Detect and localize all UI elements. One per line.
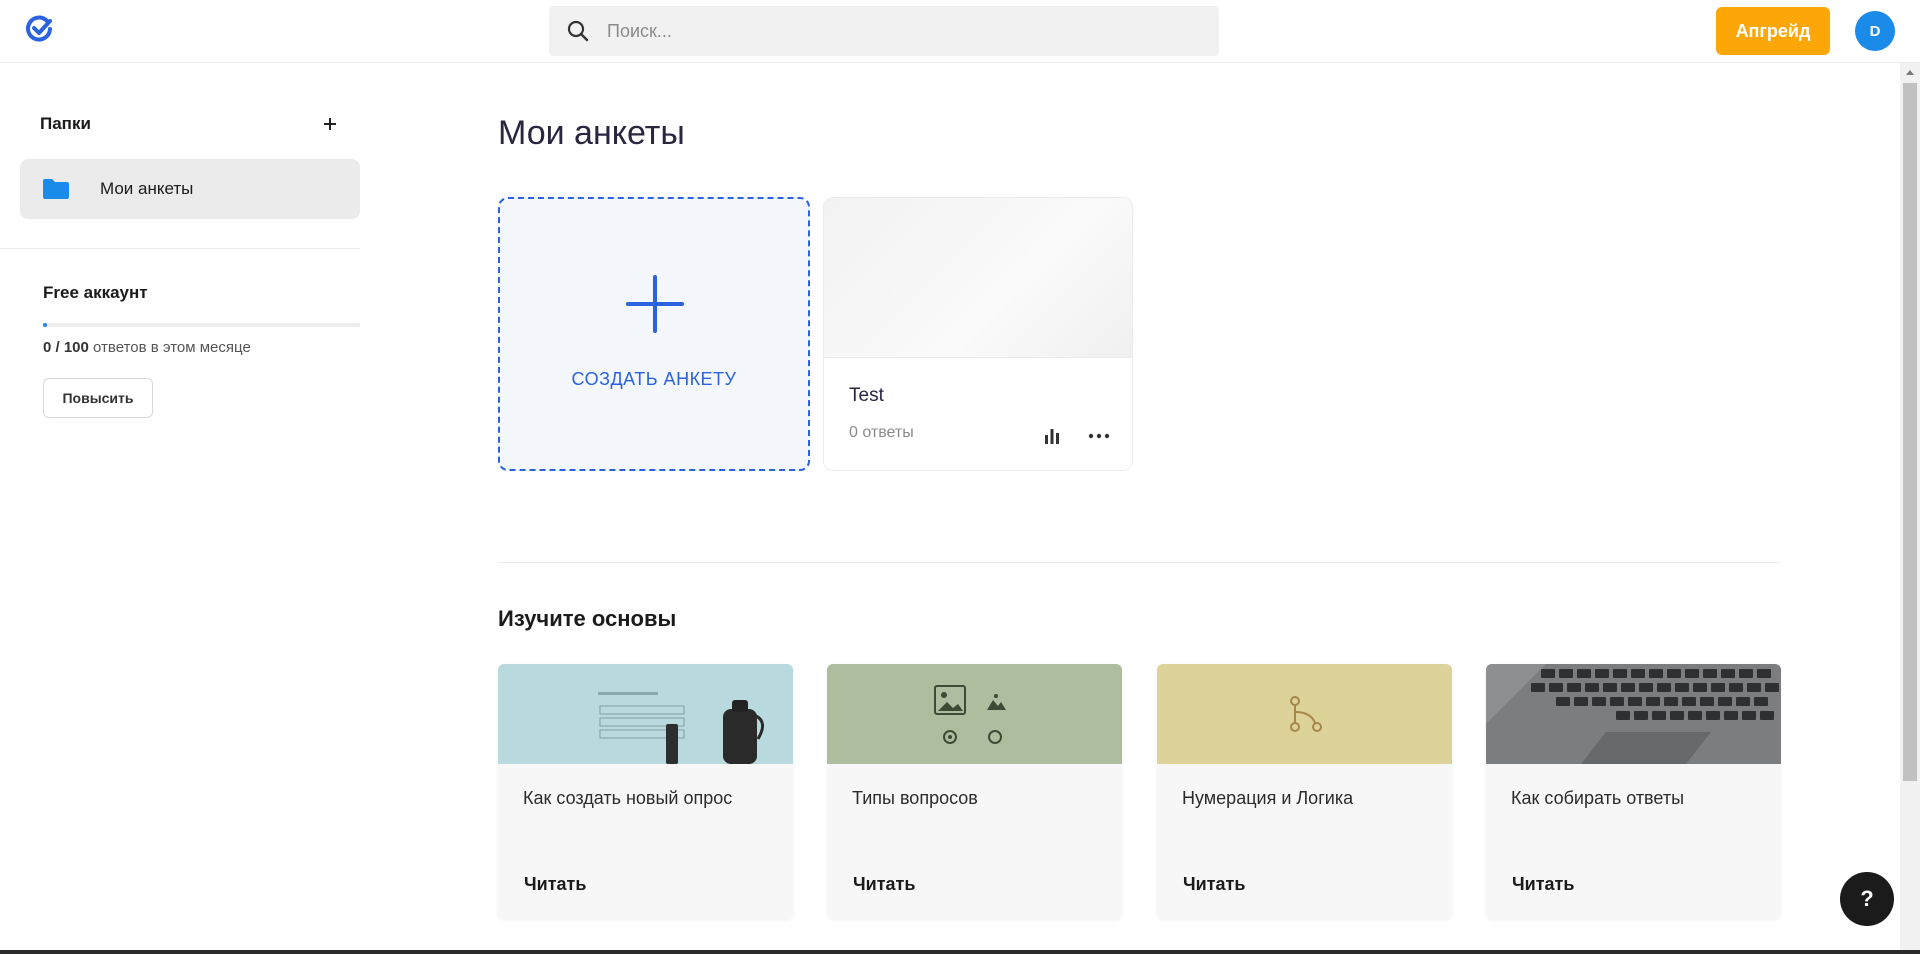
- scrollbar-thumb[interactable]: [1903, 83, 1917, 781]
- usage-progress-bar: [43, 323, 360, 327]
- account-title: Free аккаунт: [43, 283, 148, 302]
- usage-count: 0 / 100: [43, 339, 89, 356]
- keyboard-illustration: [1486, 664, 1781, 764]
- search-box[interactable]: [549, 6, 1219, 56]
- survey-card[interactable]: Test 0 ответы: [823, 197, 1133, 471]
- learn-card-title: Типы вопросов: [852, 788, 978, 808]
- read-link[interactable]: Читать: [853, 874, 915, 895]
- branching-logic-illustration: [1157, 664, 1452, 764]
- search-input[interactable]: [607, 6, 1197, 56]
- page-title: Мои анкеты: [498, 114, 685, 152]
- learn-card-title: Как создать новый опрос: [523, 788, 733, 808]
- usage-suffix: ответов в этом месяце: [93, 339, 251, 356]
- learn-card-create-survey[interactable]: Как создать новый опрос Читать: [498, 664, 793, 919]
- help-button[interactable]: ?: [1840, 872, 1894, 926]
- learn-card-question-types[interactable]: Типы вопросов Читать: [827, 664, 1122, 919]
- scroll-up-arrow-icon[interactable]: [1906, 68, 1914, 76]
- learn-card-title: Как собирать ответы: [1511, 788, 1685, 808]
- plus-icon: [626, 275, 684, 333]
- read-link[interactable]: Читать: [524, 874, 586, 895]
- folder-icon: [43, 179, 69, 199]
- learn-card-title: Нумерация и Логика: [1182, 788, 1354, 808]
- search-icon: [567, 20, 589, 42]
- create-survey-illustration: [498, 664, 793, 764]
- folders-title: Папки: [40, 114, 91, 133]
- more-options-icon[interactable]: [1087, 426, 1111, 446]
- read-link[interactable]: Читать: [1183, 874, 1245, 895]
- section-divider: [498, 562, 1780, 563]
- window-bottom-edge: [0, 950, 1920, 954]
- survey-thumbnail[interactable]: [824, 198, 1132, 358]
- usage-progress-fill: [43, 323, 47, 327]
- create-survey-card[interactable]: СОЗДАТЬ АНКЕТУ: [498, 197, 810, 471]
- usage-text: 0 / 100 ответов в этом месяце: [43, 339, 251, 356]
- create-survey-label: СОЗДАТЬ АНКЕТУ: [571, 369, 737, 389]
- top-header: Апгрейд D: [0, 0, 1920, 63]
- learn-card-numbering-logic[interactable]: Нумерация и Логика Читать: [1157, 664, 1452, 919]
- avatar[interactable]: D: [1855, 11, 1895, 51]
- bar-chart-icon[interactable]: [1042, 426, 1062, 446]
- upgrade-button[interactable]: Апгрейд: [1716, 7, 1830, 55]
- survey-responses: 0 ответы: [849, 424, 914, 441]
- sidebar-item-label: Мои анкеты: [100, 179, 194, 198]
- raise-plan-button[interactable]: Повысить: [43, 378, 153, 418]
- sidebar-divider: [0, 248, 360, 249]
- sidebar-item-my-surveys[interactable]: Мои анкеты: [20, 159, 360, 219]
- learn-card-collect-responses[interactable]: Как собирать ответы Читать: [1486, 664, 1781, 919]
- scrollbar[interactable]: [1900, 63, 1920, 954]
- read-link[interactable]: Читать: [1512, 874, 1574, 895]
- add-folder-icon[interactable]: [318, 112, 342, 136]
- learn-section-title: Изучите основы: [498, 606, 677, 631]
- question-types-illustration: [827, 664, 1122, 764]
- survey-name[interactable]: Test: [849, 385, 884, 407]
- checkmark-logo-icon[interactable]: [25, 15, 53, 43]
